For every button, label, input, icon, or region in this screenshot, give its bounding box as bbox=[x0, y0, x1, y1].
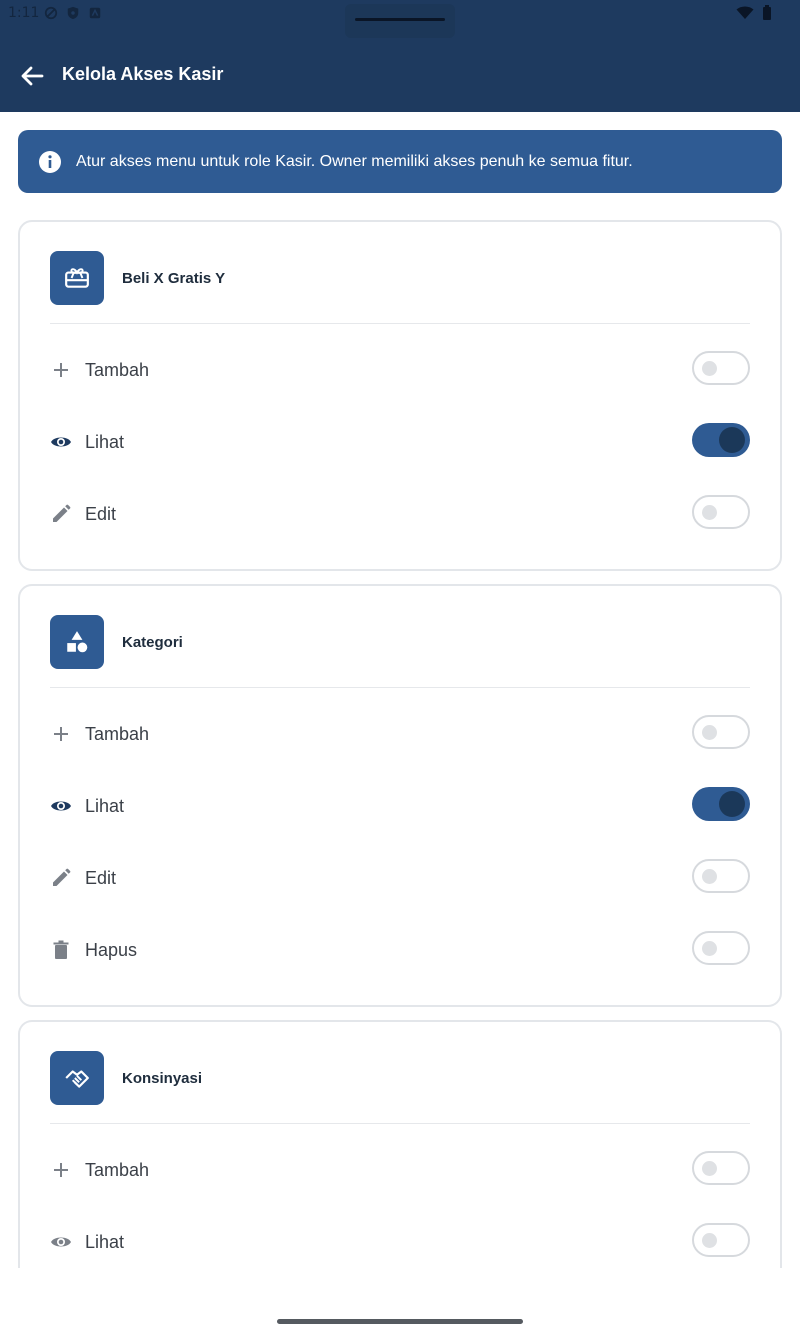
info-banner: Atur akses menu untuk role Kasir. Owner … bbox=[18, 130, 782, 193]
toggle-knob bbox=[702, 1233, 717, 1248]
permission-label: Hapus bbox=[85, 940, 138, 960]
toggle-switch[interactable] bbox=[692, 423, 750, 457]
notch-bar bbox=[355, 18, 445, 21]
plus-icon bbox=[54, 363, 68, 377]
permission-row-edit: Edit bbox=[50, 858, 750, 898]
gift-card-icon bbox=[50, 251, 104, 305]
status-bar: 1:11 bbox=[0, 0, 800, 38]
permission-row-edit: Edit bbox=[50, 494, 750, 534]
arrow-left-icon[interactable] bbox=[18, 62, 46, 90]
trash-icon bbox=[53, 940, 69, 959]
toggle-switch[interactable] bbox=[692, 859, 750, 893]
info-icon bbox=[39, 150, 61, 173]
eye-icon bbox=[51, 1237, 71, 1247]
permission-card-kategori: Kategori Tambah Lihat Edit Hapus bbox=[18, 584, 782, 1007]
toggle-knob bbox=[702, 941, 717, 956]
app-bar: 1:11 Kelola Akses Kasir bbox=[0, 0, 800, 112]
permission-row-lihat: Lihat bbox=[50, 422, 750, 462]
toggle-knob bbox=[719, 427, 745, 453]
card-title: Kategori bbox=[122, 633, 183, 651]
toggle-switch[interactable] bbox=[692, 715, 750, 749]
permission-label: Tambah bbox=[85, 360, 150, 380]
shapes-icon bbox=[50, 615, 104, 669]
info-banner-text: Atur akses menu untuk role Kasir. Owner … bbox=[76, 152, 633, 170]
toggle-switch[interactable] bbox=[692, 495, 750, 529]
pencil-icon bbox=[53, 504, 71, 522]
toggle-knob bbox=[719, 791, 745, 817]
toggle-knob bbox=[702, 361, 717, 376]
card-title: Beli X Gratis Y bbox=[122, 269, 226, 287]
card-title: Konsinyasi bbox=[122, 1069, 203, 1087]
page-title: Kelola Akses Kasir bbox=[62, 64, 224, 84]
divider bbox=[50, 1123, 750, 1124]
divider bbox=[50, 323, 750, 324]
permission-label: Lihat bbox=[85, 796, 125, 816]
toggle-knob bbox=[702, 869, 717, 884]
toggle-switch[interactable] bbox=[692, 787, 750, 821]
permission-row-tambah: Tambah bbox=[50, 350, 750, 390]
toggle-knob bbox=[702, 1161, 717, 1176]
eye-icon bbox=[51, 437, 71, 447]
permission-row-lihat: Lihat bbox=[50, 1222, 750, 1262]
divider bbox=[50, 687, 750, 688]
handshake-icon bbox=[50, 1051, 104, 1105]
permission-label: Tambah bbox=[85, 1160, 150, 1180]
permission-label: Lihat bbox=[85, 1232, 125, 1252]
camera-notch bbox=[345, 4, 455, 38]
battery-icon bbox=[763, 5, 771, 20]
permission-card-beli-x-gratis-y: Beli X Gratis Y Tambah Lihat Edit bbox=[18, 220, 782, 571]
permission-label: Tambah bbox=[85, 724, 150, 744]
toggle-switch[interactable] bbox=[692, 931, 750, 965]
wifi-icon bbox=[736, 6, 754, 19]
permission-row-tambah: Tambah bbox=[50, 1150, 750, 1190]
permission-row-tambah: Tambah bbox=[50, 714, 750, 754]
dnd-icon bbox=[44, 6, 58, 20]
permission-label: Edit bbox=[85, 504, 117, 524]
permission-row-hapus: Hapus bbox=[50, 930, 750, 970]
permission-label: Edit bbox=[85, 868, 117, 888]
home-indicator[interactable] bbox=[277, 1319, 523, 1324]
toggle-knob bbox=[702, 505, 717, 520]
bottom-nav-area bbox=[0, 1268, 800, 1340]
toggle-knob bbox=[702, 725, 717, 740]
pencil-icon bbox=[53, 868, 71, 886]
toggle-switch[interactable] bbox=[692, 1151, 750, 1185]
toggle-switch[interactable] bbox=[692, 1223, 750, 1257]
toggle-switch[interactable] bbox=[692, 351, 750, 385]
permission-label: Lihat bbox=[85, 432, 125, 452]
plus-icon bbox=[54, 727, 68, 741]
shield-icon bbox=[67, 6, 79, 20]
eye-icon bbox=[51, 801, 71, 811]
status-time: 1:11 bbox=[8, 5, 40, 21]
permission-row-lihat: Lihat bbox=[50, 786, 750, 826]
plus-icon bbox=[54, 1163, 68, 1177]
app-notification-icon bbox=[89, 7, 101, 19]
